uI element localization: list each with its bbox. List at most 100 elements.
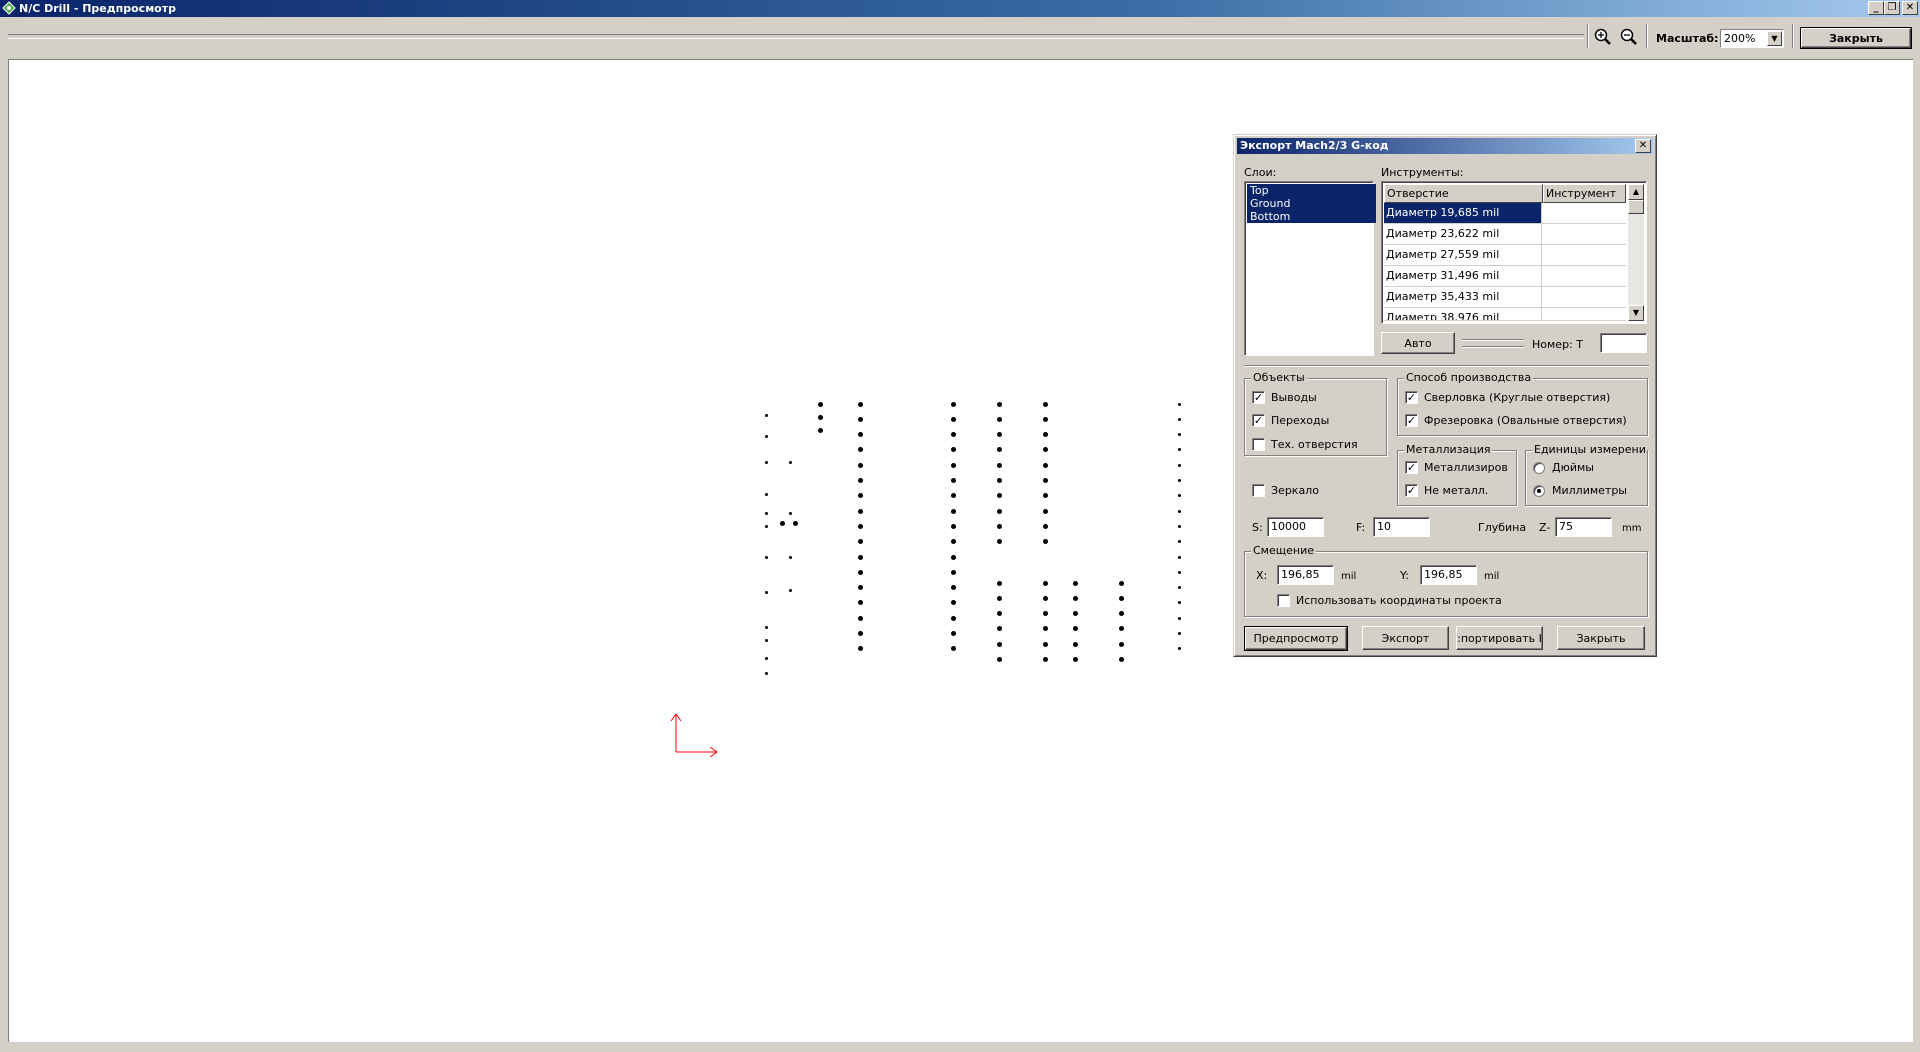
drilling-label: Сверловка (Круглые отверстия) bbox=[1424, 391, 1611, 404]
layer-item-ground[interactable]: Ground bbox=[1247, 197, 1376, 210]
plated-checkbox[interactable]: ✓ bbox=[1405, 461, 1418, 474]
table-row[interactable]: Диаметр 27,559 mil bbox=[1384, 245, 1626, 266]
zoom-in-icon[interactable] bbox=[1592, 26, 1614, 48]
drill-hole bbox=[1042, 539, 1048, 545]
use-project-coords-checkbox[interactable] bbox=[1277, 594, 1290, 607]
drill-hole bbox=[1177, 540, 1181, 544]
drill-hole bbox=[950, 508, 956, 514]
s-input[interactable]: 10000 bbox=[1267, 517, 1324, 537]
drill-hole bbox=[857, 631, 863, 636]
drill-hole bbox=[1042, 447, 1048, 453]
table-cell: Диаметр 23,622 mil bbox=[1384, 224, 1542, 244]
close-icon[interactable]: ✕ bbox=[1635, 139, 1651, 153]
preview-button[interactable]: Предпросмотр bbox=[1244, 626, 1348, 651]
restore-button[interactable]: ❐ bbox=[1884, 1, 1900, 15]
chevron-down-icon[interactable]: ▼ bbox=[1767, 31, 1782, 46]
drill-hole bbox=[996, 523, 1002, 529]
export-button[interactable]: Экспорт bbox=[1362, 626, 1449, 650]
drill-hole bbox=[996, 657, 1002, 662]
mirror-checkbox[interactable] bbox=[1252, 484, 1265, 497]
close-window-button[interactable]: ✕ bbox=[1902, 1, 1918, 15]
tools-scrollbar[interactable]: ▲ ▼ bbox=[1628, 184, 1644, 321]
y-unit-label: mil bbox=[1484, 571, 1500, 582]
drill-hole bbox=[1177, 479, 1181, 482]
tools-label: Инструменты: bbox=[1381, 166, 1464, 179]
units-group: Единицы измерения bbox=[1525, 443, 1648, 506]
scroll-thumb[interactable] bbox=[1628, 200, 1644, 214]
drill-hole bbox=[1177, 586, 1181, 590]
tools-table[interactable]: Отверстие Инструмент Диаметр 19,685 mil … bbox=[1381, 181, 1647, 324]
drill-hole bbox=[950, 493, 956, 499]
drill-hole bbox=[996, 641, 1002, 647]
table-row[interactable]: Диаметр 38,976 mil bbox=[1384, 308, 1626, 321]
drill-hole bbox=[764, 413, 768, 417]
drill-hole bbox=[764, 671, 768, 675]
scroll-down-icon[interactable]: ▼ bbox=[1628, 305, 1644, 321]
minimize-button[interactable]: _ bbox=[1868, 1, 1884, 15]
scale-label: Масштаб: bbox=[1656, 32, 1719, 45]
table-row[interactable]: Диаметр 19,685 mil bbox=[1384, 203, 1626, 224]
drill-hole bbox=[857, 585, 863, 591]
layers-label: Слои: bbox=[1244, 166, 1277, 179]
toolbar-grip bbox=[8, 34, 1584, 39]
drill-hole bbox=[857, 478, 863, 483]
export-to-button[interactable]: :портировать I bbox=[1456, 626, 1543, 650]
drill-hole bbox=[1177, 433, 1181, 437]
window-title-bar: N/C Drill - Предпросмотр _ ❐ ✕ bbox=[0, 0, 1920, 17]
vias-label: Переходы bbox=[1271, 414, 1330, 427]
drill-hole bbox=[950, 554, 956, 560]
drill-hole bbox=[764, 590, 768, 594]
zoom-out-icon[interactable] bbox=[1618, 26, 1640, 48]
drill-hole bbox=[1042, 508, 1048, 514]
drill-hole bbox=[996, 611, 1002, 617]
drill-hole bbox=[996, 416, 1002, 422]
tech-holes-checkbox[interactable] bbox=[1252, 438, 1265, 451]
drill-hole bbox=[950, 631, 956, 636]
drill-hole bbox=[1118, 595, 1124, 601]
drill-hole bbox=[1072, 657, 1078, 662]
offset-x-input[interactable]: 196,85 bbox=[1277, 565, 1334, 585]
drill-hole bbox=[950, 539, 956, 545]
vias-checkbox[interactable]: ✓ bbox=[1252, 414, 1265, 427]
table-row[interactable]: Диаметр 23,622 mil bbox=[1384, 224, 1626, 245]
drill-hole bbox=[764, 625, 768, 629]
drill-hole bbox=[950, 615, 956, 621]
drilling-checkbox[interactable]: ✓ bbox=[1405, 391, 1418, 404]
auto-button[interactable]: Авто bbox=[1381, 332, 1455, 354]
drill-hole bbox=[788, 555, 792, 559]
drill-hole bbox=[1177, 463, 1181, 467]
milling-checkbox[interactable]: ✓ bbox=[1405, 414, 1418, 427]
column-header-hole[interactable]: Отверстие bbox=[1384, 184, 1543, 203]
inches-radio[interactable] bbox=[1533, 462, 1545, 474]
drill-hole bbox=[996, 580, 1002, 586]
divider bbox=[1244, 365, 1649, 367]
drill-hole bbox=[764, 656, 768, 660]
close-dialog-button[interactable]: Закрыть bbox=[1557, 626, 1645, 650]
mm-radio[interactable] bbox=[1533, 485, 1545, 497]
drill-hole bbox=[950, 523, 956, 529]
use-project-coords-label: Использовать координаты проекта bbox=[1296, 594, 1502, 607]
pads-checkbox[interactable]: ✓ bbox=[1252, 391, 1265, 404]
layer-item-top[interactable]: Top bbox=[1247, 184, 1376, 197]
layer-item-bottom[interactable]: Bottom bbox=[1247, 210, 1376, 223]
tool-number-input[interactable] bbox=[1600, 333, 1647, 353]
scale-select[interactable]: 200% ▼ bbox=[1720, 29, 1784, 48]
column-header-tool[interactable]: Инструмент bbox=[1543, 184, 1626, 203]
f-input[interactable]: 10 bbox=[1373, 517, 1430, 537]
z-input[interactable]: 75 bbox=[1555, 517, 1612, 537]
nonplated-checkbox[interactable]: ✓ bbox=[1405, 484, 1418, 497]
table-row[interactable]: Диаметр 35,433 mil bbox=[1384, 287, 1626, 308]
table-row[interactable]: Диаметр 31,496 mil bbox=[1384, 266, 1626, 287]
scroll-up-icon[interactable]: ▲ bbox=[1628, 184, 1644, 200]
metallization-title: Металлизация bbox=[1404, 443, 1493, 456]
drill-hole bbox=[1042, 401, 1048, 407]
drill-hole bbox=[1072, 626, 1078, 632]
close-preview-button[interactable]: Закрыть bbox=[1800, 27, 1912, 49]
drill-hole bbox=[857, 401, 863, 407]
layers-list[interactable]: Top Ground Bottom bbox=[1244, 181, 1376, 356]
table-cell: Диаметр 19,685 mil bbox=[1384, 203, 1542, 223]
offset-y-input[interactable]: 196,85 bbox=[1420, 565, 1477, 585]
drill-hole bbox=[857, 569, 863, 575]
objects-title: Объекты bbox=[1251, 371, 1307, 384]
divider bbox=[1462, 339, 1524, 341]
